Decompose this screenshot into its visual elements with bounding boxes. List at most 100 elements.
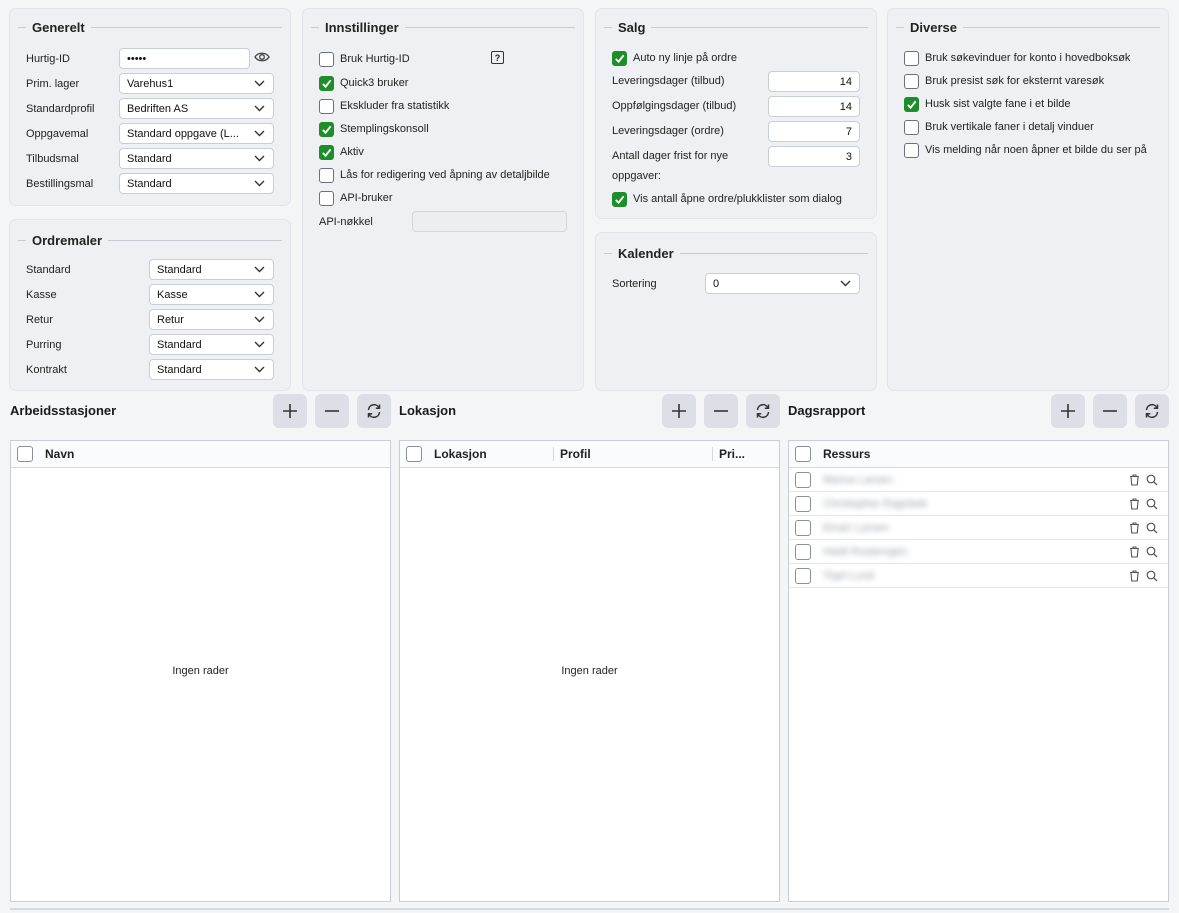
sort-label: Sortering (612, 278, 657, 290)
checkbox[interactable] (904, 119, 919, 135)
innstilling-checkbox[interactable]: Aktiv (319, 143, 364, 161)
generelt-select[interactable]: Standard oppgave (L... (119, 123, 274, 144)
column-lokasjon[interactable]: Lokasjon (434, 441, 547, 467)
checkbox[interactable] (319, 167, 334, 183)
table-row[interactable]: Einarr Larsen (789, 516, 1168, 540)
salg-number-input[interactable]: 14 (768, 96, 860, 117)
checkbox[interactable] (904, 50, 919, 66)
search-icon[interactable] (1146, 546, 1158, 558)
dagsrapport-refresh-button[interactable] (1135, 394, 1169, 428)
table-row[interactable]: Tiqel Lund (789, 564, 1168, 588)
empty-message: Ingen rader (172, 665, 229, 677)
help-icon-button[interactable]: ? (491, 51, 504, 64)
search-icon[interactable] (1146, 474, 1158, 486)
trash-icon[interactable] (1129, 545, 1140, 558)
dagsrapport-remove-button[interactable] (1093, 394, 1127, 428)
diverse-checkbox[interactable]: Bruk presist søk for eksternt varesøk (904, 72, 1104, 90)
innstillinger-title: Innstillinger (325, 19, 399, 35)
checkbox[interactable] (319, 190, 334, 206)
checkbox[interactable] (319, 144, 334, 160)
lokasjon-title: Lokasjon (399, 403, 457, 418)
ordremal-select[interactable]: Kasse (149, 284, 274, 305)
column-prioritet[interactable]: Pri... (719, 441, 759, 467)
trash-icon[interactable] (1129, 569, 1140, 582)
generelt-select[interactable]: Varehus1 (119, 73, 274, 94)
show-open-orders-checkbox[interactable]: Vis antall åpne ordre/plukklister som di… (612, 190, 842, 208)
lokasjon-add-button[interactable] (662, 394, 696, 428)
innstilling-checkbox[interactable]: Ekskluder fra statistikk (319, 97, 449, 115)
trash-icon[interactable] (1129, 473, 1140, 486)
hurtig-id-input[interactable]: ••••• (119, 48, 250, 69)
salg-number-input[interactable]: 14 (768, 71, 860, 92)
table-row[interactable]: Marius Larsen (789, 468, 1168, 492)
innstilling-checkbox[interactable]: Lås for redigering ved åpning av detaljb… (319, 166, 550, 184)
chevron-down-icon (252, 313, 266, 327)
search-icon[interactable] (1146, 522, 1158, 534)
trash-icon[interactable] (1129, 521, 1140, 534)
sort-select[interactable]: 0 (705, 273, 860, 294)
lokasjon-refresh-button[interactable] (746, 394, 780, 428)
column-ressurs[interactable]: Ressurs (823, 441, 870, 467)
dagsrapport-add-button[interactable] (1051, 394, 1085, 428)
search-icon[interactable] (1146, 570, 1158, 582)
innstilling-checkbox[interactable]: API-bruker (319, 189, 393, 207)
diverse-checkbox[interactable]: Bruk vertikale faner i detalj vinduer (904, 118, 1094, 136)
column-navn[interactable]: Navn (45, 441, 74, 467)
row-checkbox[interactable] (795, 495, 811, 512)
row-checkbox[interactable] (795, 519, 811, 536)
grid-header: Navn (11, 441, 390, 468)
checkbox[interactable] (904, 73, 919, 89)
arbeidsstasjoner-title: Arbeidsstasjoner (10, 403, 117, 418)
innstillinger-legend: Innstillinger (311, 17, 575, 37)
generelt-select[interactable]: Standard (119, 148, 274, 169)
select-all-checkbox[interactable] (795, 446, 811, 462)
ordremal-select[interactable]: Standard (149, 359, 274, 380)
auto-new-line-checkbox[interactable]: Auto ny linje på ordre (612, 49, 737, 67)
trash-icon[interactable] (1129, 497, 1140, 510)
checkbox[interactable] (904, 142, 919, 158)
checkbox[interactable] (319, 51, 334, 67)
arbeidsstasjoner-remove-button[interactable] (315, 394, 349, 428)
table-row[interactable]: Heidi Rustemgen (789, 540, 1168, 564)
ordremal-select[interactable]: Standard (149, 259, 274, 280)
generelt-select[interactable]: Standard (119, 173, 274, 194)
ordremaler-title: Ordremaler (32, 232, 103, 248)
chevron-down-icon (252, 338, 266, 352)
row-checkbox[interactable] (795, 543, 811, 560)
ordremal-select[interactable]: Standard (149, 334, 274, 355)
checkbox[interactable] (319, 75, 334, 91)
diverse-checkbox[interactable]: Bruk søkevinduer for konto i hovedboksøk (904, 49, 1130, 67)
innstilling-checkbox[interactable]: Bruk Hurtig-ID (319, 50, 410, 68)
diverse-checkbox[interactable]: Vis melding når noen åpner et bilde du s… (904, 141, 1147, 159)
select-all-checkbox[interactable] (406, 446, 422, 462)
checkbox[interactable] (904, 96, 919, 112)
innstilling-checkbox[interactable]: Quick3 bruker (319, 74, 408, 92)
row-checkbox[interactable] (795, 471, 811, 488)
salg-number-input[interactable]: 3 (768, 146, 860, 167)
resource-name: Heidi Rustemgen (823, 545, 908, 558)
column-profil[interactable]: Profil (560, 441, 706, 467)
search-icon[interactable] (1146, 498, 1158, 510)
generelt-select[interactable]: Bedriften AS (119, 98, 274, 119)
salg-number-input[interactable]: 7 (768, 121, 860, 142)
innstilling-checkbox[interactable]: Stemplingskonsoll (319, 120, 429, 138)
diverse-checkbox[interactable]: Husk sist valgte fane i et bilde (904, 95, 1071, 113)
checkbox[interactable] (612, 191, 627, 207)
dagsrapport-title: Dagsrapport (788, 403, 866, 418)
kalender-panel: Kalender (596, 233, 876, 390)
api-key-input[interactable] (412, 211, 567, 232)
checkbox[interactable] (319, 98, 334, 114)
arbeidsstasjoner-add-button[interactable] (273, 394, 307, 428)
table-row[interactable]: Christopher Ragnbek (789, 492, 1168, 516)
row-checkbox[interactable] (795, 567, 811, 584)
select-all-checkbox[interactable] (17, 446, 33, 462)
lokasjon-remove-button[interactable] (704, 394, 738, 428)
ordremal-select[interactable]: Retur (149, 309, 274, 330)
checkbox[interactable] (612, 50, 627, 66)
empty-message: Ingen rader (561, 665, 618, 677)
ordremal-label: Purring (26, 339, 62, 351)
checkbox[interactable] (319, 121, 334, 137)
eye-icon[interactable] (254, 51, 270, 63)
chevron-down-icon (252, 288, 266, 302)
arbeidsstasjoner-refresh-button[interactable] (357, 394, 391, 428)
